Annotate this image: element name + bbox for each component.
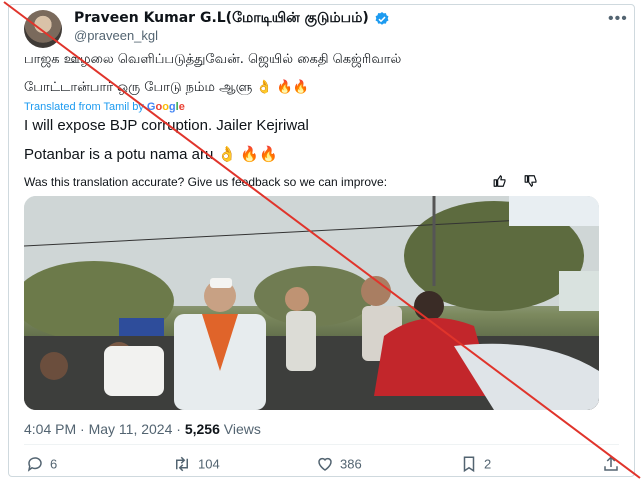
author-name[interactable]: Praveen Kumar G.L(மோடியின் குடும்பம்) [74, 10, 369, 28]
views-label: Views [219, 421, 261, 437]
translation-attribution[interactable]: Translated from Tamil by Google [24, 101, 185, 113]
like-count: 386 [340, 456, 362, 472]
tweet-meta: 4:04 PM · May 11, 2024 · 5,256 Views [24, 421, 261, 437]
like-button[interactable]: 386 [316, 455, 362, 473]
view-count: 5,256 [184, 421, 220, 437]
video-still-scene [24, 196, 599, 410]
repost-button[interactable]: 104 [172, 455, 220, 473]
more-options-icon[interactable]: ••• [608, 10, 628, 28]
repost-icon [176, 456, 188, 472]
reply-count: 6 [50, 456, 58, 472]
repost-count: 104 [198, 456, 220, 472]
bookmark-count: 2 [484, 456, 492, 472]
avatar[interactable] [24, 10, 62, 48]
tweet-timestamp[interactable]: 4:04 PM · May 11, 2024 · [24, 421, 185, 437]
bookmark-icon [463, 456, 475, 473]
tweet-text-tamil-2: போட்டான்பார் ஒரு போடு நம்ம ஆளு 👌 🔥🔥 [24, 80, 310, 95]
share-button[interactable] [602, 455, 626, 473]
translation-feedback-prompt: Was this translation accurate? Give us f… [24, 175, 388, 189]
thumbs-up-icon[interactable] [493, 174, 507, 188]
heart-icon [318, 457, 332, 471]
author-handle[interactable]: @praveen_kgl [74, 28, 158, 43]
google-logo: Google [146, 101, 185, 113]
tweet-video[interactable] [24, 196, 599, 410]
tweet-text-english-1: I will expose BJP corruption. Jailer Kej… [24, 117, 309, 134]
thumbs-down-icon[interactable] [524, 174, 538, 188]
reply-icon [27, 457, 42, 472]
verified-badge-icon [375, 12, 389, 25]
tweet-text-tamil-1: பாஜக ஊழலை வெளிப்படுத்துவேன். ஜெயில் கைதி… [24, 52, 402, 67]
reply-button[interactable]: 6 [26, 455, 57, 473]
bookmark-button[interactable]: 2 [460, 455, 491, 473]
divider [24, 444, 619, 445]
share-icon [604, 456, 618, 471]
tweet-text-english-2: Potanbar is a potu nama aru 👌 🔥🔥 [24, 146, 278, 163]
translated-label: Translated from Tamil by [24, 101, 144, 113]
